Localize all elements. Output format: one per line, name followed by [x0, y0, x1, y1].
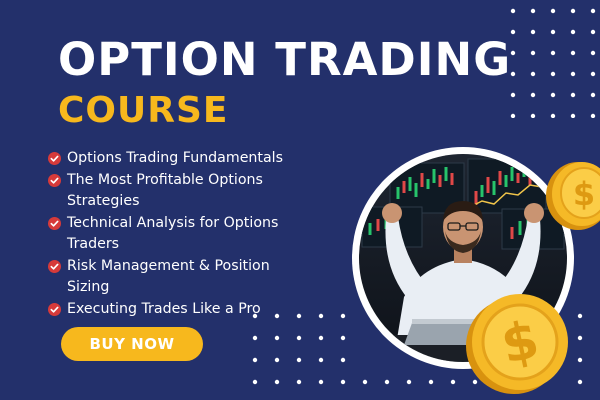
- banner: OPTION TRADING COURSE Options Trading Fu…: [0, 0, 600, 400]
- check-circle-icon: [48, 216, 61, 230]
- gold-coin-small: $: [546, 162, 600, 230]
- check-circle-icon: [48, 173, 61, 187]
- feature-text-continued: Traders: [67, 236, 120, 252]
- feature-item: Technical Analysis for Options Traders: [48, 213, 348, 256]
- feature-text: Risk Management & Position: [67, 257, 270, 274]
- feature-text-continued: Strategies: [67, 193, 140, 209]
- check-circle-icon: [48, 302, 61, 316]
- course-title: OPTION TRADING: [58, 33, 512, 86]
- feature-item: Options Trading Fundamentals: [48, 148, 348, 170]
- check-circle-icon: [48, 152, 61, 165]
- check-circle-icon: [48, 259, 61, 273]
- feature-text: Technical Analysis for Options: [67, 214, 279, 231]
- buy-now-button[interactable]: BUY NOW: [61, 327, 203, 361]
- feature-text: The Most Profitable Options: [67, 171, 263, 188]
- feature-text: Options Trading Fundamentals: [67, 150, 284, 166]
- course-subtitle: COURSE: [58, 90, 229, 131]
- dot-grid-top-right: [510, 8, 596, 118]
- feature-text-continued: Sizing: [67, 279, 110, 295]
- feature-item: The Most Profitable Options Strategies: [48, 170, 348, 213]
- feature-item: Risk Management & Position Sizing: [48, 256, 348, 299]
- dollar-sign-icon: $: [573, 175, 595, 213]
- feature-item: Executing Trades Like a Pro: [48, 299, 348, 321]
- feature-text: Executing Trades Like a Pro: [67, 300, 261, 317]
- feature-list: Options Trading Fundamentals The Most Pr…: [48, 148, 348, 320]
- gold-coin-large: $: [466, 294, 568, 394]
